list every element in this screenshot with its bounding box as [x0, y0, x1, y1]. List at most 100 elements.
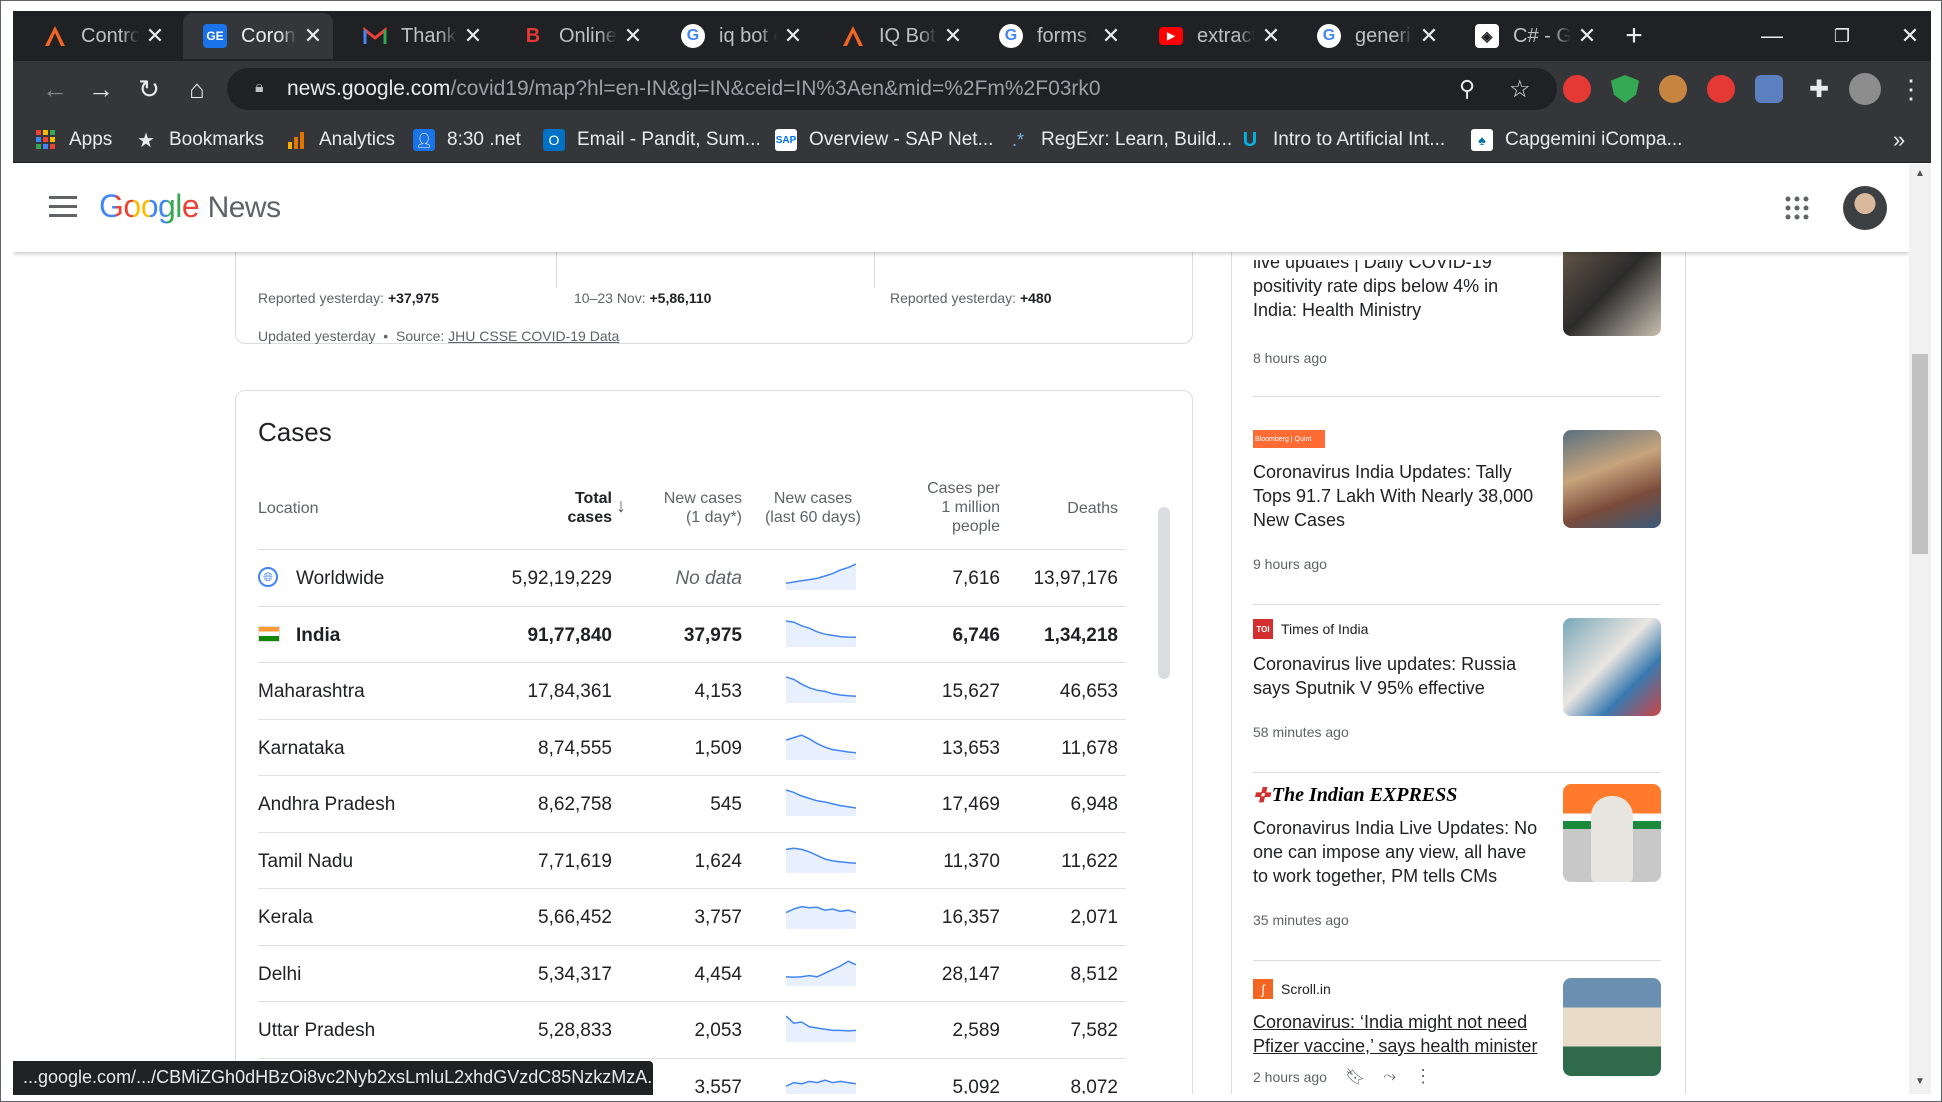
news-thumbnail[interactable]: [1563, 784, 1661, 882]
bookmarks-overflow-button[interactable]: »: [1893, 127, 1905, 153]
forward-button[interactable]: →: [81, 69, 121, 109]
bookmark-icon[interactable]: 🔖︎: [1345, 1067, 1365, 1087]
news-time: 9 hours ago: [1253, 556, 1327, 572]
news-source: TOI Times of India: [1253, 618, 1368, 640]
extension-window-icon[interactable]: [1755, 75, 1783, 103]
page-scrollbar[interactable]: ▲ ▼: [1909, 164, 1931, 1094]
more-options-icon[interactable]: ⋮: [1414, 1066, 1432, 1087]
close-icon[interactable]: ✕: [783, 23, 803, 49]
google-news-logo[interactable]: Google News: [99, 188, 281, 225]
total-cases-value: 5,66,452: [538, 907, 612, 928]
table-row[interactable]: Karnataka 8,74,555 1,509 13,653 11,678: [258, 718, 1126, 775]
bookmark-bookmarks[interactable]: ★ Bookmarks: [135, 127, 264, 153]
account-avatar[interactable]: [1843, 186, 1887, 230]
bookmark-analytics[interactable]: Analytics: [285, 127, 395, 153]
scroll-up-arrow-icon[interactable]: ▲: [1909, 164, 1931, 184]
close-icon[interactable]: ✕: [145, 23, 165, 49]
news-thumbnail[interactable]: [1563, 978, 1661, 1076]
tab-extracting[interactable]: ▶ extracti✕: [1139, 13, 1291, 59]
google-apps-icon[interactable]: [1785, 196, 1809, 225]
tab-generic[interactable]: G generic✕: [1297, 13, 1449, 59]
bookmark-star-icon[interactable]: ☆: [1509, 75, 1531, 104]
home-button[interactable]: ⌂: [177, 69, 217, 109]
close-icon[interactable]: ✕: [1261, 23, 1281, 49]
tab-coronavirus[interactable]: GE Coronav✕: [183, 13, 333, 59]
news-item[interactable]: TOI Times of India Coronavirus live updat…: [1253, 618, 1661, 788]
extension-stop-icon[interactable]: [1563, 75, 1591, 103]
tab-online[interactable]: B Online I✕: [501, 13, 653, 59]
minimize-button[interactable]: —: [1737, 11, 1807, 61]
table-row[interactable]: 🌐︎ Worldwide 5,92,19,229 No data 7,616 13,97,…: [258, 549, 1126, 605]
table-row[interactable]: Uttar Pradesh 5,28,833 2,053 2,589 7,582: [258, 1001, 1126, 1057]
news-item[interactable]: live updates | Daily COVID-19 positivity…: [1253, 238, 1661, 438]
share-icon[interactable]: ⤳: [1383, 1068, 1396, 1086]
table-row[interactable]: India 91,77,840 37,975 6,746 1,34,218: [258, 605, 1126, 662]
news-thumbnail[interactable]: [1563, 238, 1661, 336]
col-deaths[interactable]: Deaths: [1018, 499, 1118, 518]
tab-csharp[interactable]: ◈ C# - Ge✕: [1455, 13, 1607, 59]
table-row[interactable]: Maharashtra 17,84,361 4,153 15,627 46,653: [258, 662, 1126, 718]
extensions-puzzle-icon[interactable]: ✚: [1799, 69, 1839, 109]
tab-iq-bot[interactable]: IQ Bot |✕: [821, 13, 973, 59]
close-icon[interactable]: ✕: [623, 23, 643, 49]
zoom-search-icon[interactable]: ⚲: [1459, 76, 1475, 102]
close-icon[interactable]: ✕: [1101, 23, 1121, 49]
bookmark-regexr[interactable]: .* RegExr: Learn, Build...: [1007, 127, 1232, 153]
close-icon[interactable]: ✕: [1419, 23, 1439, 49]
bookmark-email[interactable]: O Email - Pandit, Sum...: [543, 127, 761, 153]
news-headline-partial[interactable]: live updates | Daily COVID-19: [1253, 260, 1543, 274]
google-g-icon: G: [999, 24, 1023, 48]
news-thumbnail[interactable]: [1563, 430, 1661, 528]
reload-button[interactable]: ↻: [129, 69, 169, 109]
extension-abp-icon[interactable]: [1707, 75, 1735, 103]
news-headline[interactable]: Coronavirus: ‘India might not need Pfize…: [1253, 1010, 1543, 1058]
col-cases-per-million[interactable]: Cases per 1 million people: [898, 479, 1000, 536]
bookmark-apps[interactable]: Apps: [35, 127, 112, 153]
csharp-site-icon: ◈: [1475, 24, 1499, 48]
table-row[interactable]: Andhra Pradesh 8,62,758 545 17,469 6,948: [258, 775, 1126, 831]
col-new-cases-1day[interactable]: New cases (1 day*): [630, 489, 742, 527]
new-tab-button[interactable]: +: [1609, 11, 1659, 61]
tab-iq-bot-search[interactable]: G iq bot c✕: [661, 13, 813, 59]
close-icon[interactable]: ✕: [463, 23, 483, 49]
news-headline[interactable]: Coronavirus India Updates: Tally Tops 91…: [1253, 460, 1543, 532]
main-menu-icon[interactable]: [49, 196, 77, 217]
scroll-down-arrow-icon[interactable]: ▼: [1909, 1072, 1931, 1092]
close-window-button[interactable]: ✕: [1875, 11, 1942, 61]
scrollbar-thumb[interactable]: [1912, 354, 1928, 554]
news-headline[interactable]: positivity rate dips below 4% in India: …: [1253, 274, 1543, 322]
close-icon[interactable]: ✕: [943, 23, 963, 49]
source-link[interactable]: JHU CSSE COVID-19 Data: [448, 328, 619, 344]
menu-kebab-icon[interactable]: ⋮: [1891, 69, 1931, 109]
news-item[interactable]: ∫ Scroll.in Coronavirus: ‘India might not…: [1253, 978, 1661, 1094]
scroll-logo-icon: ∫: [1253, 979, 1273, 999]
bookmark-intro-ai[interactable]: U Intro to Artificial Int...: [1239, 127, 1445, 153]
tab-forms[interactable]: G forms ir✕: [979, 13, 1131, 59]
table-row[interactable]: Delhi 5,34,317 4,454 28,147 8,512: [258, 944, 1126, 1001]
bookmark-sap[interactable]: SAP Overview - SAP Net...: [775, 127, 993, 153]
table-scrollbar[interactable]: [1158, 507, 1170, 679]
close-icon[interactable]: ✕: [1577, 23, 1597, 49]
news-item[interactable]: Bloomberg | Quint Coronavirus India Upda…: [1253, 430, 1661, 620]
extension-cookie-icon[interactable]: [1659, 75, 1687, 103]
tab-thankyou[interactable]: Thankyc✕: [343, 13, 493, 59]
news-thumbnail[interactable]: [1563, 618, 1661, 716]
extension-shield-icon[interactable]: [1611, 75, 1639, 103]
table-row[interactable]: Kerala 5,66,452 3,757 16,357 2,071: [258, 888, 1126, 944]
close-icon[interactable]: ✕: [303, 23, 323, 49]
bookmark-capgemini[interactable]: ♠ Capgemini iCompa...: [1471, 127, 1682, 153]
news-headline[interactable]: Coronavirus live updates: Russia says Sp…: [1253, 652, 1543, 700]
back-button[interactable]: ←: [35, 69, 75, 109]
col-total-cases[interactable]: Total cases: [518, 489, 613, 527]
total-cases-value: 5,34,317: [538, 963, 612, 985]
total-cases-value: 5,28,833: [538, 1020, 612, 1041]
table-row[interactable]: Tamil Nadu 7,71,619 1,624 11,370 11,622: [258, 831, 1126, 888]
restore-button[interactable]: ❐: [1807, 11, 1877, 61]
news-headline[interactable]: Coronavirus India Live Updates: No one c…: [1253, 816, 1543, 888]
news-item[interactable]: ✜ The Indian EXPRESS Coronavirus India Li…: [1253, 784, 1661, 961]
bookmark-830-net[interactable]: 👤︎ 8:30 .net: [413, 127, 521, 153]
tab-control-room[interactable]: Control✕: [23, 13, 175, 59]
address-bar[interactable]: 🔒︎ news.google.com/covid19/map?hl=en-IN&…: [227, 68, 1557, 110]
profile-avatar[interactable]: [1849, 73, 1881, 105]
sort-arrow-down-icon[interactable]: ↓: [616, 495, 626, 518]
